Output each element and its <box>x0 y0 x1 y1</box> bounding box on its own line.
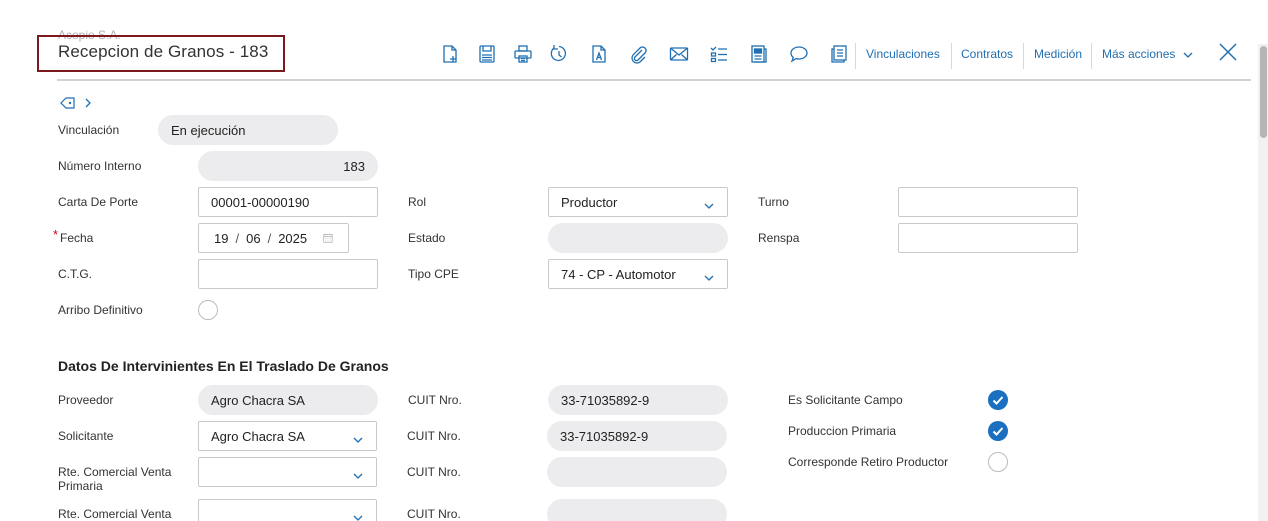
medicion-link[interactable]: Medición <box>1034 47 1082 61</box>
proveedor-field: Agro Chacra SA <box>198 385 378 415</box>
fecha-month[interactable]: 06 <box>246 231 260 246</box>
arribo-definitivo-label: Arribo Definitivo <box>58 303 143 317</box>
required-marker: * <box>53 227 59 242</box>
turno-label: Turno <box>758 195 789 209</box>
header-divider <box>57 79 1251 81</box>
es-solicitante-campo-checkbox[interactable] <box>988 390 1008 410</box>
calendar-icon[interactable] <box>323 231 333 245</box>
toolbar-separator <box>855 43 856 69</box>
produccion-primaria-checkbox[interactable] <box>988 421 1008 441</box>
rol-label: Rol <box>408 195 427 209</box>
chevron-down-icon <box>704 203 714 209</box>
numero-interno-label: Número Interno <box>58 159 142 173</box>
renspa-input[interactable] <box>898 223 1078 253</box>
toolbar-separator <box>951 43 952 69</box>
arribo-definitivo-checkbox[interactable] <box>198 300 218 320</box>
numero-interno-field: 183 <box>198 151 378 181</box>
chevron-down-icon <box>704 275 714 281</box>
ctg-label: C.T.G. <box>58 267 93 281</box>
tipo-cpe-select[interactable]: 74 - CP - Automotor <box>548 259 728 289</box>
check-icon <box>992 396 1004 405</box>
rte-venta-cuit-field <box>547 499 727 521</box>
check-icon <box>992 427 1004 436</box>
document-a-icon[interactable] <box>588 43 610 65</box>
renspa-label: Renspa <box>758 231 800 245</box>
tipo-cpe-value: 74 - CP - Automotor <box>561 266 676 282</box>
save-icon[interactable] <box>476 43 498 65</box>
turno-input[interactable] <box>898 187 1078 217</box>
vinculacion-label: Vinculación <box>58 123 120 137</box>
fecha-date-input[interactable]: 19 / 06 / 2025 <box>198 223 349 253</box>
carta-de-porte-input[interactable]: 00001-00000190 <box>198 187 378 217</box>
fecha-day[interactable]: 19 <box>214 231 228 246</box>
rte-venta-select[interactable] <box>198 499 377 521</box>
fecha-year[interactable]: 2025 <box>278 231 307 246</box>
rte-venta-label: Rte. Comercial Venta <box>58 507 172 521</box>
fecha-label: Fecha <box>60 231 94 245</box>
mas-acciones-label: Más acciones <box>1102 47 1176 61</box>
solicitante-select[interactable]: Agro Chacra SA <box>198 421 377 451</box>
rte-primaria-label: Rte. Comercial Venta Primaria <box>58 465 172 493</box>
chevron-down-icon <box>353 473 363 479</box>
tag-icon[interactable] <box>60 96 76 110</box>
attach-icon[interactable] <box>627 43 649 65</box>
chevron-right-icon[interactable] <box>84 97 92 109</box>
ctg-input[interactable] <box>198 259 378 289</box>
chevron-down-icon <box>353 515 363 521</box>
page-title: Recepcion de Granos - 183 <box>58 42 269 61</box>
section-title: Datos De Intervinientes En El Traslado D… <box>58 358 389 374</box>
solicitante-cuit-field: 33-71035892-9 <box>547 421 727 451</box>
rol-value: Productor <box>561 194 618 210</box>
checklist-icon[interactable] <box>708 43 730 65</box>
date-separator: / <box>235 230 240 246</box>
contratos-link[interactable]: Contratos <box>961 47 1013 61</box>
scrollbar-thumb[interactable] <box>1260 46 1267 138</box>
vinculaciones-link[interactable]: Vinculaciones <box>866 47 940 61</box>
solicitante-label: Solicitante <box>58 429 114 443</box>
mail-icon[interactable] <box>668 43 690 65</box>
comment-icon[interactable] <box>788 43 810 65</box>
proveedor-cuit-field: 33-71035892-9 <box>548 385 728 415</box>
tag-breadcrumb[interactable] <box>60 96 92 110</box>
corresponde-retiro-label: Corresponde Retiro Productor <box>788 455 949 469</box>
toolbar-separator <box>1023 43 1024 69</box>
chevron-down-icon <box>353 437 363 443</box>
estado-label: Estado <box>408 231 446 245</box>
rol-select[interactable]: Productor <box>548 187 728 217</box>
fecha-label-wrap: * Fecha <box>53 227 94 245</box>
report-icon[interactable] <box>748 43 770 65</box>
print-icon[interactable] <box>512 43 534 65</box>
mas-acciones-menu[interactable]: Más acciones <box>1102 47 1193 61</box>
new-document-icon[interactable] <box>439 43 461 65</box>
tipo-cpe-label: Tipo CPE <box>408 267 459 281</box>
vinculacion-field: En ejecución <box>158 115 338 145</box>
corresponde-retiro-checkbox[interactable] <box>988 452 1008 472</box>
produccion-primaria-label: Produccion Primaria <box>788 424 897 438</box>
carta-de-porte-label: Carta De Porte <box>58 195 139 209</box>
estado-field <box>548 223 728 253</box>
rte-primaria-cuit-field <box>547 457 727 487</box>
rte-primaria-select[interactable] <box>198 457 377 487</box>
history-icon[interactable] <box>548 43 570 65</box>
chevron-down-icon <box>1183 52 1193 58</box>
copy-document-icon[interactable] <box>828 43 850 65</box>
solicitante-value: Agro Chacra SA <box>211 428 305 444</box>
rte-venta-cuit-label: CUIT Nro. <box>407 507 461 521</box>
solicitante-cuit-label: CUIT Nro. <box>407 429 461 443</box>
es-solicitante-campo-label: Es Solicitante Campo <box>788 393 903 407</box>
proveedor-label: Proveedor <box>58 393 114 407</box>
rte-primaria-cuit-label: CUIT Nro. <box>407 465 461 479</box>
date-separator: / <box>267 230 272 246</box>
toolbar-separator <box>1091 43 1092 69</box>
proveedor-cuit-label: CUIT Nro. <box>408 393 462 407</box>
close-icon[interactable] <box>1217 41 1239 63</box>
